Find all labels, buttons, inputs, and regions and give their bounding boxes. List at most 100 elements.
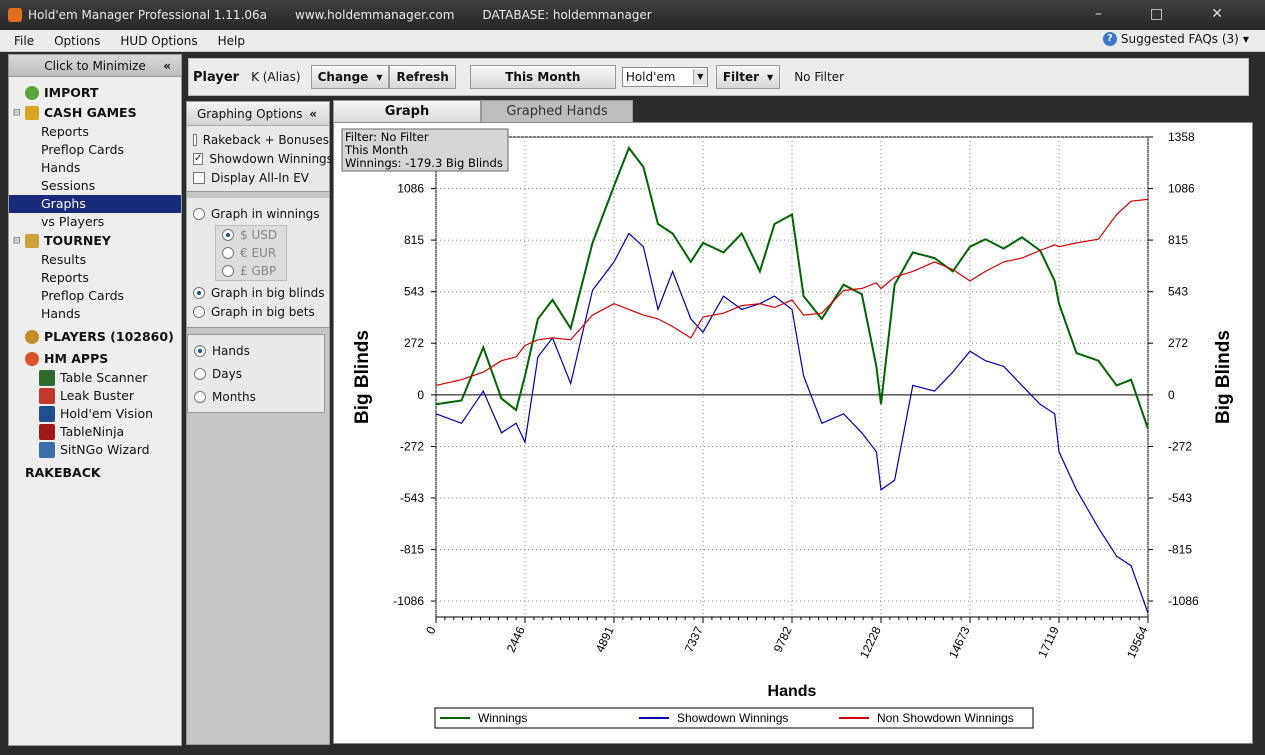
tableninja-icon [39, 424, 55, 440]
x-axis-months-radio[interactable]: Months [188, 385, 324, 408]
nav-tourney-results[interactable]: Results [9, 251, 181, 269]
currency-usd-label: $ USD [240, 228, 278, 242]
table-scanner-icon [39, 370, 55, 386]
help-icon: ? [1102, 32, 1117, 46]
x-axis-days-radio[interactable]: Days [188, 362, 324, 385]
legend-label: Winnings [478, 711, 527, 725]
menu-hud-options[interactable]: HUD Options [120, 34, 197, 48]
checkbox-checked-icon: ✓ [193, 152, 204, 165]
radio-off-icon [222, 247, 234, 259]
x-tick-label: 0 [423, 624, 439, 636]
player-label: Player [193, 69, 240, 85]
minimize-icon[interactable]: – [1095, 6, 1102, 22]
coins-icon [25, 106, 39, 120]
nav-tourney-hands[interactable]: Hands [9, 305, 181, 323]
graph-in-winnings-radio[interactable]: Graph in winnings [187, 204, 329, 223]
nav-tableninja[interactable]: TableNinja [9, 423, 181, 441]
game-type-select[interactable]: Hold'em ▼ [621, 67, 708, 87]
y-tick-label-right: -1086 [1168, 594, 1199, 608]
radio-off-icon [222, 265, 234, 277]
graph-in-big-bets-radio[interactable]: Graph in big bets [187, 302, 329, 321]
y-tick-label-left: 1086 [397, 182, 424, 196]
currency-eur-radio[interactable]: € EUR [216, 244, 286, 262]
nav-cash-games[interactable]: ⊟ CASH GAMES [9, 103, 181, 123]
nav-leak-buster[interactable]: Leak Buster [9, 387, 181, 405]
sitngo-wizard-icon [39, 442, 55, 458]
nav-tableninja-label: TableNinja [60, 424, 125, 439]
menu-file[interactable]: File [14, 34, 34, 48]
radio-off-icon [193, 207, 205, 220]
menu-help[interactable]: Help [218, 34, 245, 48]
nav-cash-vs-players[interactable]: vs Players [9, 213, 181, 231]
nav-cash-sessions[interactable]: Sessions [9, 177, 181, 195]
nav-sitngo-wizard[interactable]: SitNGo Wizard [9, 441, 181, 459]
nav-import[interactable]: IMPORT [9, 83, 181, 103]
y-tick-label-right: 543 [1168, 285, 1188, 299]
minimize-panel-button[interactable]: Click to Minimize « [9, 55, 181, 77]
minimize-label: Click to Minimize [44, 59, 146, 73]
trophy-icon [25, 234, 39, 248]
nav-table-scanner[interactable]: Table Scanner [9, 369, 181, 387]
radio-on-icon [222, 229, 234, 241]
double-chevron-left-icon: « [309, 107, 317, 121]
nav-cash-hands[interactable]: Hands [9, 159, 181, 177]
nav-hm-apps[interactable]: HM APPS [9, 349, 181, 369]
y-tick-label-right: 272 [1168, 336, 1188, 350]
import-icon [25, 86, 39, 100]
nav-tourney-preflop-cards[interactable]: Preflop Cards [9, 287, 181, 305]
nav-tourney-reports[interactable]: Reports [9, 269, 181, 287]
collapse-icon[interactable]: ⊟ [13, 231, 23, 251]
nav-cash-reports[interactable]: Reports [9, 123, 181, 141]
collapse-icon[interactable]: ⊟ [13, 103, 23, 123]
graph-tabs: Graph Graphed Hands [333, 100, 1253, 122]
chevron-down-icon: ▼ [692, 69, 707, 85]
allin-ev-checkbox[interactable]: Display All-In EV [187, 168, 329, 187]
nav-cash-preflop-cards[interactable]: Preflop Cards [9, 141, 181, 159]
x-axis-hands-radio[interactable]: Hands [188, 339, 324, 362]
nav-tourney[interactable]: ⊟ TOURNEY [9, 231, 181, 251]
radio-off-icon [193, 305, 205, 318]
x-tick-label: 4891 [593, 624, 617, 654]
y-tick-label-left: 815 [404, 233, 424, 247]
players-icon [25, 330, 39, 344]
nav-players[interactable]: PLAYERS (102860) [9, 327, 181, 347]
display-options-group: Rakeback + Bonuses ✓ Showdown Winnings Di… [187, 126, 333, 192]
close-icon[interactable]: ✕ [1211, 6, 1223, 22]
allin-ev-label: Display All-In EV [211, 170, 310, 185]
nav-rakeback[interactable]: RAKEBACK [9, 463, 181, 483]
player-name: K (Alias) [251, 70, 301, 84]
menu-options[interactable]: Options [54, 34, 100, 48]
rakeback-checkbox[interactable]: Rakeback + Bonuses [187, 130, 329, 149]
double-chevron-left-icon: « [163, 59, 171, 73]
nav-cash-graphs[interactable]: Graphs [9, 195, 181, 213]
tab-graphed-hands[interactable]: Graphed Hands [481, 100, 633, 122]
y-tick-label-right: -543 [1168, 491, 1192, 505]
apps-icon [25, 352, 39, 366]
maximize-icon[interactable]: □ [1150, 6, 1163, 22]
radio-off-icon [194, 390, 206, 403]
date-range-button[interactable]: This Month [469, 65, 616, 89]
info-box-line: Winnings: -179.3 Big Blinds [345, 156, 503, 170]
currency-gbp-radio[interactable]: £ GBP [216, 262, 286, 280]
filter-button[interactable]: Filter ▼ [715, 65, 781, 89]
change-player-button[interactable]: Change ▼ [310, 65, 390, 89]
currency-usd-radio[interactable]: $ USD [216, 226, 286, 244]
showdown-label: Showdown Winnings [209, 151, 333, 166]
x-axis-hands-label: Hands [212, 343, 250, 358]
y-tick-label-left: -1086 [393, 594, 424, 608]
nav-holdem-vision[interactable]: Hold'em Vision [9, 405, 181, 423]
graph-panel: 135813581086108681581554354327227200-272… [333, 122, 1253, 744]
y-tick-label-left: 0 [417, 388, 424, 402]
graph-in-big-blinds-label: Graph in big blinds [211, 285, 325, 300]
graph-in-big-blinds-radio[interactable]: Graph in big blinds [187, 283, 329, 302]
showdown-checkbox[interactable]: ✓ Showdown Winnings [187, 149, 333, 168]
menu-bar: File Options HUD Options Help ? Suggeste… [0, 30, 1265, 52]
y-tick-label-left: 543 [404, 285, 424, 299]
tab-graph[interactable]: Graph [333, 100, 481, 122]
refresh-button[interactable]: Refresh [389, 65, 456, 89]
window-url: www.holdemmanager.com [295, 8, 455, 22]
x-tick-label: 9782 [771, 624, 795, 654]
radio-on-icon [193, 286, 205, 299]
suggested-faqs[interactable]: ? Suggested FAQs (3) ▼ [1102, 32, 1249, 46]
graphing-options-header[interactable]: Graphing Options « [187, 102, 329, 126]
